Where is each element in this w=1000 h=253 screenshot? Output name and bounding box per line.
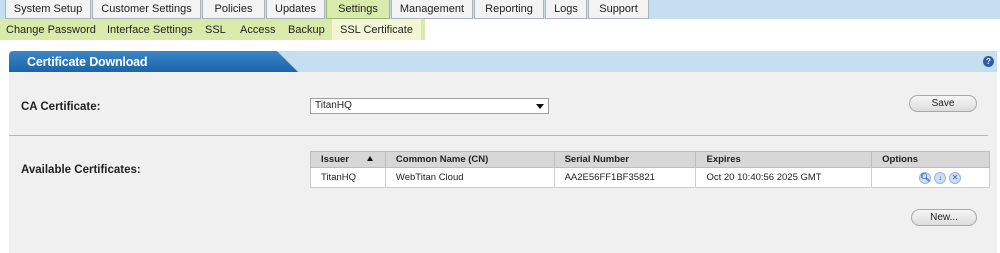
cell-expires: Oct 20 10:40:56 2025 GMT xyxy=(695,167,873,188)
tab-system-setup[interactable]: System Setup xyxy=(5,0,91,19)
ca-certificate-selected: TitanHQ xyxy=(315,100,352,111)
available-certificates-label: Available Certificates: xyxy=(21,164,141,176)
panel-title: Certificate Download xyxy=(27,55,148,69)
cell-issuer: TitanHQ xyxy=(310,167,386,188)
view-icon[interactable]: 🔍︎ xyxy=(919,171,932,184)
column-header-options: Options xyxy=(871,151,990,168)
tab-support[interactable]: Support xyxy=(588,0,649,19)
certificate-download-panel: Certificate Download ? CA Certificate: T… xyxy=(9,51,997,253)
subnav-ssl[interactable]: SSL xyxy=(205,19,226,40)
subnav-access[interactable]: Access xyxy=(240,19,275,40)
table-row[interactable]: TitanHQ WebTitan Cloud AA2E56FF1BF35821 … xyxy=(310,167,990,188)
certificates-table: Issuer Common Name (CN) Serial Number Ex… xyxy=(310,151,990,188)
cell-serial-number: AA2E56FF1BF35821 xyxy=(553,167,697,188)
table-header-row: Issuer Common Name (CN) Serial Number Ex… xyxy=(310,151,990,168)
help-icon[interactable]: ? xyxy=(983,56,994,67)
save-button[interactable]: Save xyxy=(909,95,977,112)
download-icon[interactable]: ↓ xyxy=(934,171,947,184)
subnav-backup[interactable]: Backup xyxy=(288,19,325,40)
sort-ascending-icon[interactable] xyxy=(367,156,373,161)
tab-logs[interactable]: Logs xyxy=(545,0,587,19)
subnav-interface-settings[interactable]: Interface Settings xyxy=(107,19,193,40)
new-button[interactable]: New... xyxy=(911,209,977,226)
chevron-down-icon xyxy=(536,104,544,109)
column-header-issuer[interactable]: Issuer xyxy=(310,151,386,168)
cell-options: 🔍︎ ↓ ✕ xyxy=(871,167,990,188)
tab-reporting[interactable]: Reporting xyxy=(474,0,544,19)
section-divider xyxy=(9,135,988,136)
column-header-serial-number[interactable]: Serial Number xyxy=(553,151,697,168)
column-header-expires[interactable]: Expires xyxy=(695,151,873,168)
cell-common-name: WebTitan Cloud xyxy=(384,167,555,188)
ca-certificate-label: CA Certificate: xyxy=(21,101,101,113)
tab-customer-settings[interactable]: Customer Settings xyxy=(92,0,201,19)
panel-header: Certificate Download ? xyxy=(9,51,997,72)
tab-policies[interactable]: Policies xyxy=(202,0,265,19)
subnav-ssl-certificate[interactable]: SSL Certificate xyxy=(332,19,421,40)
ca-certificate-select[interactable]: TitanHQ xyxy=(310,98,549,114)
column-header-common-name[interactable]: Common Name (CN) xyxy=(384,151,555,168)
subnav-change-password[interactable]: Change Password xyxy=(6,19,96,40)
tab-management[interactable]: Management xyxy=(391,0,473,19)
delete-icon[interactable]: ✕ xyxy=(949,171,962,184)
tab-updates[interactable]: Updates xyxy=(266,0,325,19)
tab-settings[interactable]: Settings xyxy=(326,0,390,19)
